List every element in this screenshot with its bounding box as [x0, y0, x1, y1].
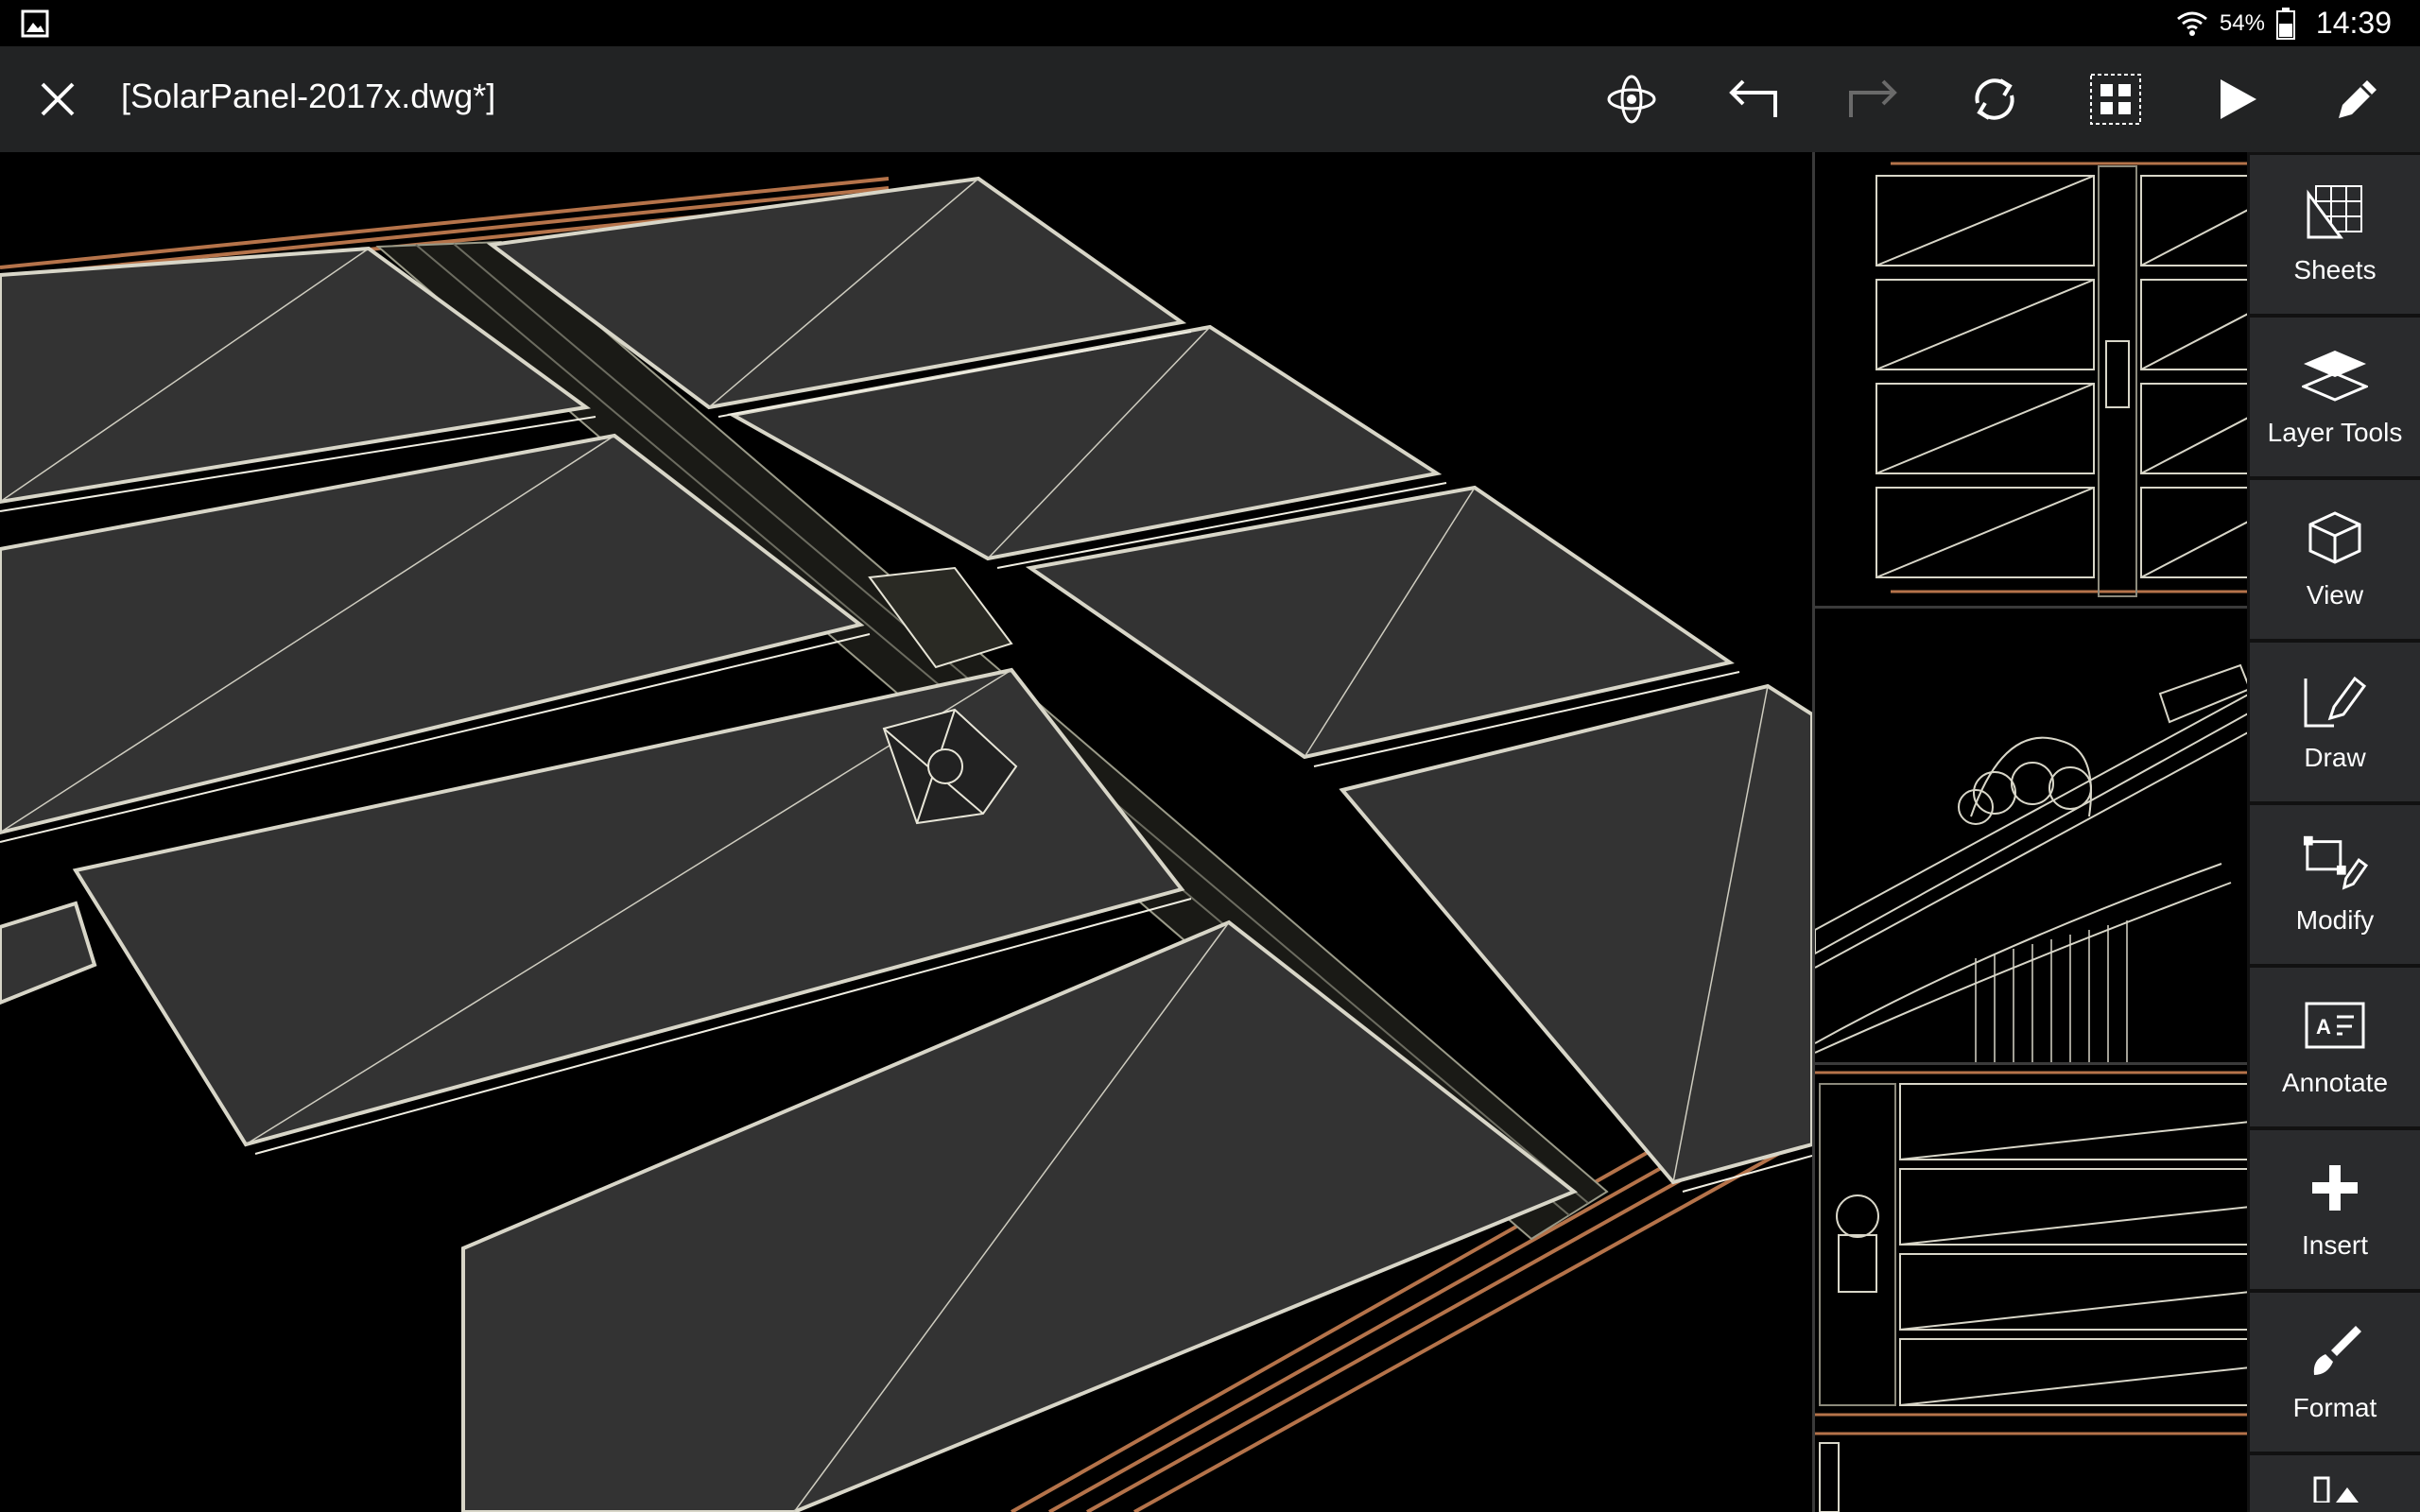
refresh-icon — [1975, 78, 2014, 120]
more-tools-button[interactable] — [2250, 1455, 2420, 1512]
tool-panel: Sheets Layer Tools View Draw Modify A An… — [2247, 152, 2420, 1512]
side-view-drawing — [1815, 663, 2247, 1062]
top-toolbar: [SolarPanel-2017x.dwg*] — [0, 46, 2420, 152]
panels — [0, 176, 1812, 1512]
insert-button[interactable]: Insert — [2250, 1130, 2420, 1289]
side-view[interactable] — [1815, 609, 2247, 1065]
close-button[interactable] — [28, 70, 87, 129]
play-button[interactable] — [2206, 69, 2267, 129]
close-icon — [41, 82, 75, 116]
undo-button[interactable] — [1722, 69, 1783, 129]
modify-icon — [2303, 835, 2368, 890]
draw-button[interactable]: Draw — [2250, 643, 2420, 801]
orthographic-views — [1812, 152, 2247, 1512]
insert-label: Insert — [2301, 1230, 2369, 1260]
layers-icon — [2302, 351, 2368, 402]
orbit-button[interactable] — [1601, 69, 1662, 129]
gallery-icon — [21, 9, 49, 38]
front-view-drawing — [1815, 1071, 2247, 1512]
pencil-icon — [2339, 80, 2377, 118]
document-title: [SolarPanel-2017x.dwg*] — [121, 77, 496, 115]
annotate-label: Annotate — [2281, 1068, 2389, 1097]
view-button[interactable]: View — [2250, 480, 2420, 639]
sheets-icon — [2307, 185, 2362, 239]
play-icon — [2221, 79, 2256, 119]
top-view-drawing — [1876, 162, 2247, 597]
format-button[interactable]: Format — [2250, 1293, 2420, 1452]
redo-arrow-icon — [1849, 79, 1897, 117]
edit-button[interactable] — [2327, 69, 2388, 129]
modify-button[interactable]: Modify — [2250, 805, 2420, 964]
drawing-viewport[interactable] — [0, 152, 1812, 1512]
modify-label: Modify — [2295, 905, 2375, 935]
more-tools-icon — [2313, 1476, 2359, 1503]
sheets-label: Sheets — [2293, 255, 2377, 284]
brush-icon — [2313, 1326, 2361, 1375]
status-bar: 54% 14:39 — [0, 0, 2420, 46]
top-view[interactable] — [1815, 152, 2247, 609]
front-view[interactable] — [1815, 1065, 2247, 1512]
battery-percent: 54% — [2219, 9, 2265, 36]
view-label: View — [2306, 580, 2364, 610]
layer-tools-label: Layer Tools — [2267, 418, 2403, 447]
format-label: Format — [2292, 1393, 2377, 1422]
clock: 14:39 — [2315, 6, 2392, 40]
layout-button[interactable] — [2085, 69, 2146, 129]
regenerate-button[interactable] — [1964, 69, 2025, 129]
solar-panel-3d-model — [0, 176, 1812, 1512]
redo-button[interactable] — [1843, 69, 1904, 129]
svg-text:A: A — [2316, 1015, 2331, 1039]
draw-label: Draw — [2304, 743, 2366, 772]
battery-icon — [2275, 7, 2295, 40]
layer-tools-button[interactable]: Layer Tools — [2250, 318, 2420, 476]
status-indicators: 54% 14:39 — [2176, 0, 2392, 46]
annotate-button[interactable]: A Annotate — [2250, 968, 2420, 1126]
draw-icon — [2304, 676, 2367, 728]
plus-icon — [2312, 1165, 2358, 1211]
orbit-icon — [1607, 75, 1656, 124]
annotate-icon: A — [2305, 1002, 2365, 1049]
wifi-icon — [2176, 11, 2207, 36]
undo-arrow-icon — [1729, 79, 1777, 117]
sheets-button[interactable]: Sheets — [2250, 155, 2420, 314]
cube-icon — [2308, 511, 2361, 564]
grid-icon — [2090, 74, 2141, 125]
